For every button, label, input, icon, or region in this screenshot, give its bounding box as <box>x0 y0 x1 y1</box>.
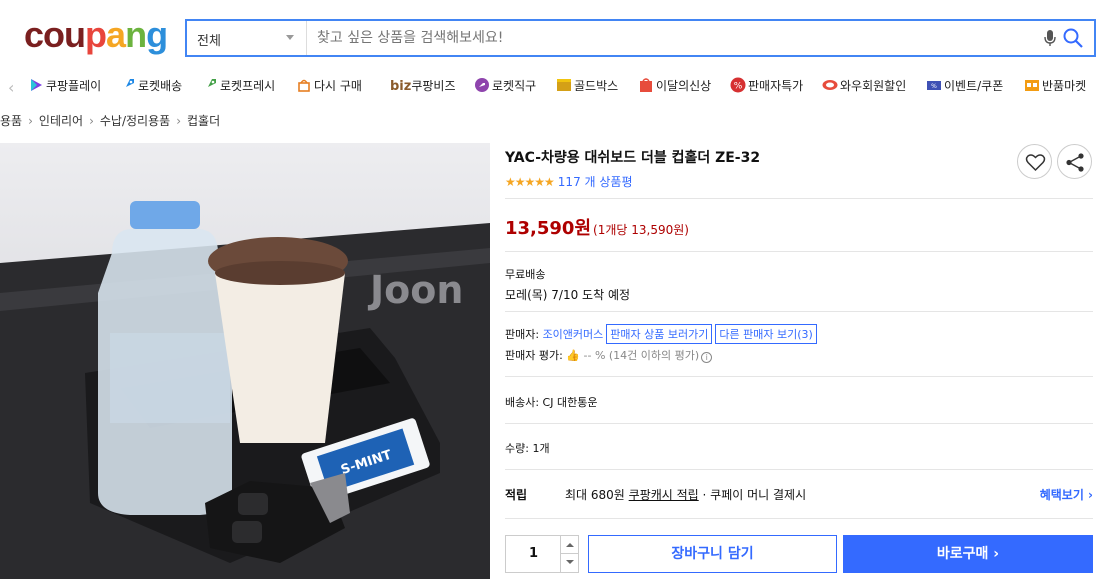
search-input[interactable] <box>317 21 1017 55</box>
breadcrumb-item[interactable]: 컵홀더 <box>187 114 220 128</box>
quantity-down-button[interactable] <box>561 554 578 572</box>
seller-eval-row: 판매자 평가: 👍 -- % (14건 이하의 평가) i <box>505 347 713 363</box>
nav-item-wow-discount[interactable]: 와우회원할인 <box>822 77 906 94</box>
divider <box>505 469 1093 470</box>
breadcrumb-item[interactable]: 용품 <box>0 114 22 128</box>
category-select[interactable]: 전체 <box>187 21 307 55</box>
heart-icon <box>1025 154 1046 172</box>
nav-item-rocket-global[interactable]: 로켓직구 <box>474 77 536 94</box>
unit-price: (1개당 13,590원) <box>593 223 689 237</box>
divider <box>505 198 1093 199</box>
carrier: 배송사: CJ 대한통운 <box>505 396 598 409</box>
seller-name-link[interactable]: 조이앤커머스 <box>543 328 604 341</box>
return-market-icon <box>1025 80 1039 91</box>
breadcrumb-item[interactable]: 수납/정리용품 <box>100 114 170 128</box>
percent-icon: % <box>730 77 746 93</box>
nav-item-monthly-new[interactable]: 이달의신상 <box>638 77 711 94</box>
watermark: Joon <box>367 268 463 312</box>
svg-text:%: % <box>734 82 743 92</box>
divider <box>505 251 1093 252</box>
benefit-view-link[interactable]: 혜택보기 › <box>1040 486 1093 503</box>
wow-icon <box>822 80 838 90</box>
buy-now-button[interactable]: 바로구매 › <box>843 535 1093 573</box>
delivery-date: 모레(목) 7/10 도착 예정 <box>505 288 631 302</box>
seller-eval-value: 👍 -- % (14건 이하의 평가) <box>566 349 700 362</box>
chevron-down-icon <box>286 35 294 40</box>
wishlist-button[interactable] <box>1017 144 1052 179</box>
divider <box>505 376 1093 377</box>
nav-item-event-coupon[interactable]: % 이벤트/쿠폰 <box>926 77 1003 94</box>
nav-item-return-market[interactable]: 반품마켓 <box>1024 77 1086 94</box>
seller-products-button[interactable]: 판매자 상품 보러가기 <box>606 324 713 344</box>
biz-icon: biz <box>390 79 412 94</box>
svg-text:%: % <box>931 83 937 90</box>
info-icon[interactable]: i <box>701 352 713 363</box>
coupang-cash-link[interactable]: 쿠팡캐시 적립 <box>629 488 699 502</box>
category-nav: ‹ 쿠팡플레이 로켓배송 로켓프레시 다시 구매 biz쿠팡비즈 로켓직구 골드… <box>0 72 1096 100</box>
breadcrumb: 용품 › 인테리어 › 수납/정리용품 › 컵홀더 <box>0 112 220 129</box>
quantity-input[interactable]: 1 <box>506 536 561 572</box>
nav-item-coupang-biz[interactable]: biz쿠팡비즈 <box>390 77 456 94</box>
other-sellers-button[interactable]: 다른 판매자 보기(3) <box>715 324 817 344</box>
bag-icon <box>298 79 310 92</box>
quantity-label: 수량: 1개 <box>505 442 550 455</box>
star-rating-icon: ★★★★★ <box>505 175 555 189</box>
benefit-row: 적립 최대 680원 쿠팡캐시 적립 · 쿠페이 머니 결제시 혜택보기 › <box>505 486 1093 503</box>
rocket-fresh-icon <box>204 79 216 91</box>
nav-item-coupang-play[interactable]: 쿠팡플레이 <box>28 77 101 94</box>
coupon-icon: % <box>927 81 941 90</box>
goldbox-icon <box>557 79 571 91</box>
share-icon <box>1066 153 1084 172</box>
divider <box>505 518 1093 519</box>
quantity-up-button[interactable] <box>561 536 578 554</box>
price: 13,590원 (1개당 13,590원) <box>505 218 689 239</box>
shipping-badge: 무료배송 <box>505 268 546 281</box>
new-icon <box>640 78 652 92</box>
seller-row: 판매자: 조이앤커머스 판매자 상품 보러가기 다른 판매자 보기(3) <box>505 324 817 344</box>
divider <box>505 311 1093 312</box>
divider <box>505 423 1093 424</box>
chevron-left-icon[interactable]: ‹ <box>8 78 14 97</box>
quantity-stepper: 1 <box>505 535 579 573</box>
chevron-right-icon: › <box>89 114 94 128</box>
search-box: 전체 <box>185 19 1096 57</box>
search-icon[interactable] <box>1062 27 1084 49</box>
product-title: YAC-차량용 대쉬보드 더블 컵홀더 ZE-32 <box>505 150 761 166</box>
add-to-cart-button[interactable]: 장바구니 담기 <box>588 535 837 573</box>
breadcrumb-item[interactable]: 인테리어 <box>39 114 83 128</box>
header: coupang 전체 <box>0 0 1096 72</box>
nav-item-seller-deals[interactable]: % 판매자특가 <box>730 77 803 94</box>
nav-item-rocket-delivery[interactable]: 로켓배송 <box>120 77 182 94</box>
chevron-right-icon: › <box>28 114 33 128</box>
mic-icon[interactable] <box>1044 29 1056 47</box>
rating: ★★★★★ 117 개 상품평 <box>505 173 633 190</box>
chevron-right-icon: › <box>176 114 181 128</box>
coupang-logo[interactable]: coupang <box>24 14 168 56</box>
nav-item-goldbox[interactable]: 골드박스 <box>556 77 618 94</box>
nav-item-buy-again[interactable]: 다시 구매 <box>296 77 362 94</box>
cup-holder-photo: Joon S-MINT <box>0 201 490 579</box>
share-button[interactable] <box>1057 144 1092 179</box>
review-count-link[interactable]: 117 개 상품평 <box>558 175 633 189</box>
nav-item-rocket-fresh[interactable]: 로켓프레시 <box>202 77 275 94</box>
global-icon <box>475 78 489 92</box>
play-icon <box>31 79 42 91</box>
rocket-icon <box>122 79 134 91</box>
product-image[interactable]: Joon S-MINT <box>0 143 490 579</box>
